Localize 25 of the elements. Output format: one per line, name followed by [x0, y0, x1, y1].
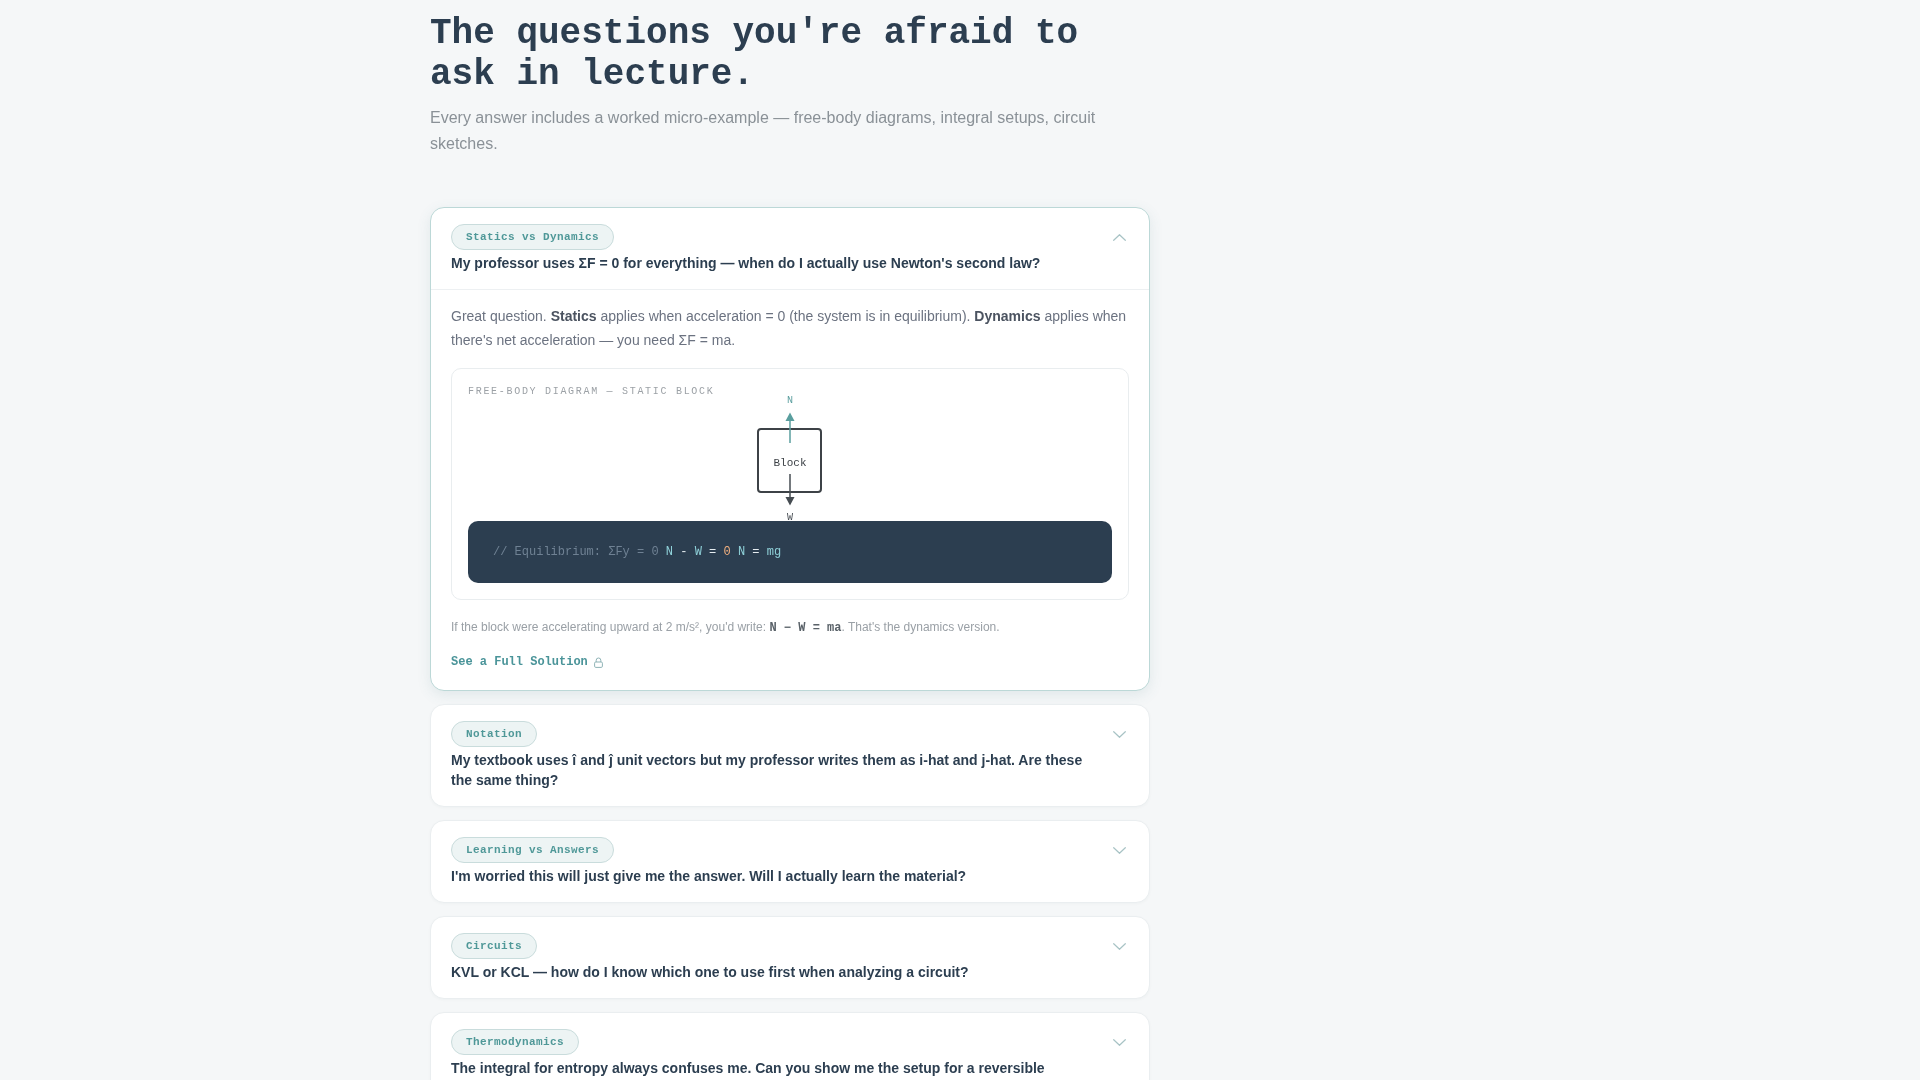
- chevron-up-icon[interactable]: [1113, 233, 1126, 241]
- chevron-down-icon[interactable]: [1113, 942, 1126, 950]
- page-subtitle: Every answer includes a worked micro-example — free-body diagrams, integral setups, circuit sketches.: [430, 108, 1097, 154]
- code-block: // Equilibrium: ΣFy = 0 N - W = 0 N = mg: [468, 521, 1112, 583]
- page-title: The questions you're afraid to ask in lecture.: [430, 13, 1080, 95]
- note-text: If the block were accelerating upward at 2 m/s², you'd write: N − W = ma. That's the dynamics version.: [451, 619, 1001, 637]
- question-text: The integral for entropy always confuses me. Can you show me the setup for a reversible: [451, 1059, 1046, 1078]
- force-label: N: [787, 394, 793, 406]
- topic-tag: Statics vs Dynamics: [451, 224, 615, 250]
- topic-tag: Notation: [451, 721, 537, 747]
- force-label: W: [787, 511, 793, 521]
- question-text: My professor uses ΣF = 0 for everything — when do I actually use Newton's second law?: [451, 254, 1042, 273]
- diagram-caption: FREE-BODY DIAGRAM — STATIC BLOCK: [468, 385, 716, 399]
- topic-tag: Thermodynamics: [451, 1029, 579, 1055]
- topic-tag: Circuits: [451, 933, 537, 959]
- answer-text: Great question. Statics applies when acceleration = 0 (the system is in equilibrium). Dynamics applies when there's net acceleration — you need ΣF = ma.: [451, 307, 1128, 350]
- block-label: Block: [773, 456, 807, 469]
- question-text: My textbook uses î and ĵ unit vectors but my professor writes them as i-hat and j-hat. Are these the same thing?: [451, 751, 1084, 790]
- chevron-down-icon[interactable]: [1113, 1038, 1126, 1046]
- topic-tag: Learning vs Answers: [451, 837, 615, 863]
- chevron-down-icon[interactable]: [1113, 730, 1126, 738]
- chevron-down-icon[interactable]: [1113, 846, 1126, 854]
- question-text: I'm worried this will just give me the answer. Will I actually learn the material?: [451, 867, 968, 886]
- question-text: KVL or KCL — how do I know which one to use first when analyzing a circuit?: [451, 963, 970, 982]
- full-solution-link[interactable]: See a Full Solution: [451, 654, 603, 670]
